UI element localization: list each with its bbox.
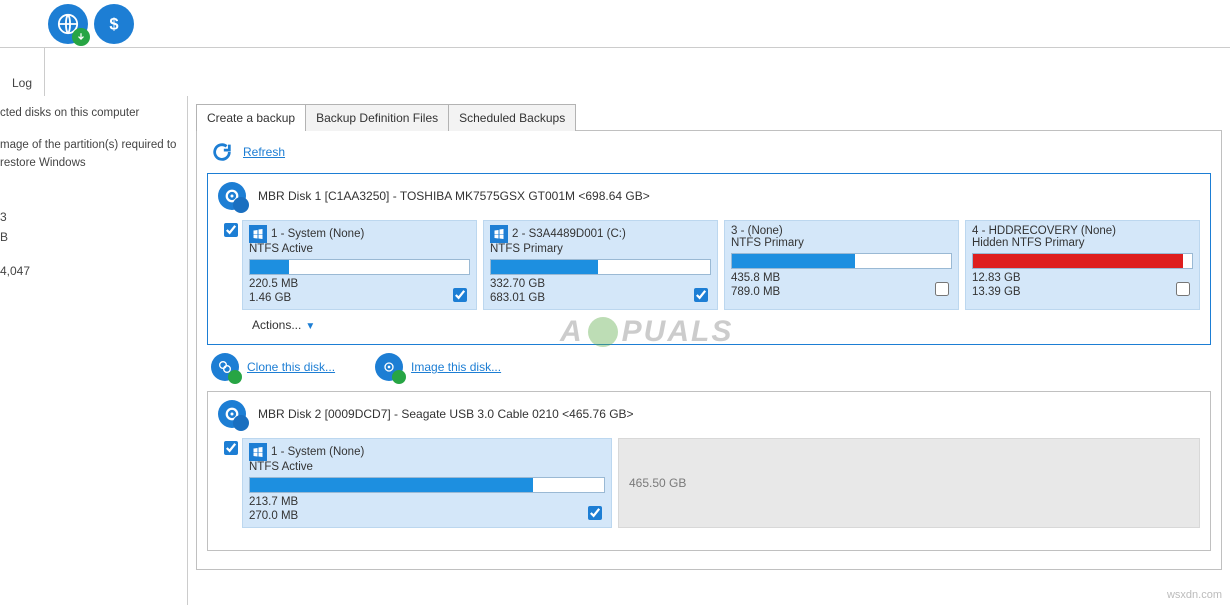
partition-size-total: 270.0 MB <box>249 509 298 523</box>
tabs: Create a backup Backup Definition Files … <box>196 104 1222 131</box>
partition-name: 1 - System (None) <box>271 446 364 458</box>
disk1-partition-4-check[interactable] <box>1176 282 1190 296</box>
tab-create-backup[interactable]: Create a backup <box>196 104 306 131</box>
disk-icon <box>218 400 246 428</box>
disk-title-2: MBR Disk 2 [0009DCD7] - Seagate USB 3.0 … <box>258 407 634 421</box>
image-disk-icon <box>375 353 403 381</box>
metric-a: 3 <box>0 208 181 226</box>
metric-c: 4,047 <box>0 262 181 280</box>
disk2-unallocated: 465.50 GB <box>618 438 1200 528</box>
svg-text:$: $ <box>109 15 118 33</box>
image-disk-link[interactable]: Image this disk... <box>411 360 501 374</box>
disk1-partition-3-check[interactable] <box>935 282 949 296</box>
tab-body: Refresh MBR Disk 1 [C1AA3250] - TOSHIBA … <box>196 130 1222 570</box>
sidebar-text-2: mage of the partition(s) required torest… <box>0 136 181 172</box>
partition-fs: NTFS Active <box>249 243 470 255</box>
usage-bar <box>731 253 952 269</box>
clone-disk-icon <box>211 353 239 381</box>
tab-definition-files[interactable]: Backup Definition Files <box>305 104 449 131</box>
sidebar-text-1: cted disks on this computer <box>0 104 181 122</box>
disk1-partition-3[interactable]: 3 - (None)NTFS Primary 435.8 MB789.0 MB <box>724 220 959 310</box>
dollar-icon[interactable]: $ <box>94 4 134 44</box>
usage-bar <box>249 259 470 275</box>
partition-fs: NTFS Primary <box>490 243 711 255</box>
partition-fs: NTFS Active <box>249 461 605 473</box>
windows-icon <box>249 443 267 461</box>
log-button[interactable]: Log <box>0 48 45 96</box>
disk-card-2: MBR Disk 2 [0009DCD7] - Seagate USB 3.0 … <box>207 391 1211 551</box>
disk1-partition-2-check[interactable] <box>694 288 708 302</box>
partition-name: 1 - System (None) <box>271 228 364 240</box>
usage-bar <box>249 477 605 493</box>
disk1-select-all[interactable] <box>224 223 238 237</box>
disk1-partition-4[interactable]: 4 - HDDRECOVERY (None)Hidden NTFS Primar… <box>965 220 1200 310</box>
refresh-link[interactable]: Refresh <box>243 145 285 159</box>
partition-name: 2 - S3A4489D001 (C:) <box>512 228 626 240</box>
disk2-partition-1[interactable]: 1 - System (None) NTFS Active 213.7 MB 2… <box>242 438 612 528</box>
usage-bar <box>490 259 711 275</box>
partition-fs: Hidden NTFS Primary <box>972 237 1193 249</box>
partition-name: 4 - HDDRECOVERY (None) <box>972 225 1116 237</box>
disk-title-1: MBR Disk 1 [C1AA3250] - TOSHIBA MK7575GS… <box>258 189 650 203</box>
partition-size-used: 435.8 MB <box>731 271 780 285</box>
partition-size-total: 13.39 GB <box>972 285 1021 299</box>
partition-size-used: 220.5 MB <box>249 277 298 291</box>
partition-fs: NTFS Primary <box>731 237 952 249</box>
sidebar: cted disks on this computer mage of the … <box>0 96 188 605</box>
windows-icon <box>249 225 267 243</box>
disk2-select-all[interactable] <box>224 441 238 455</box>
disk1-partition-1[interactable]: 1 - System (None) NTFS Active 220.5 MB1.46… <box>242 220 477 310</box>
usage-bar <box>972 253 1193 269</box>
disk1-partition-1-check[interactable] <box>453 288 467 302</box>
disk-card-1: MBR Disk 1 [C1AA3250] - TOSHIBA MK7575GS… <box>207 173 1211 345</box>
partition-name: 3 - (None) <box>731 225 783 237</box>
clone-disk-link[interactable]: Clone this disk... <box>247 360 335 374</box>
disk-icon <box>218 182 246 210</box>
metric-b: B <box>0 228 181 246</box>
watermark-corner: wsxdn.com <box>1167 589 1222 601</box>
actions-dropdown[interactable]: Actions...▼ <box>252 318 315 332</box>
partition-size-used: 12.83 GB <box>972 271 1021 285</box>
disk1-partition-2[interactable]: 2 - S3A4489D001 (C:) NTFS Primary 332.70 G… <box>483 220 718 310</box>
windows-icon <box>490 225 508 243</box>
tab-scheduled-backups[interactable]: Scheduled Backups <box>448 104 576 131</box>
disk2-partition-1-check[interactable] <box>588 506 602 520</box>
partition-size-used: 213.7 MB <box>249 495 298 509</box>
partition-size-total: 789.0 MB <box>731 285 780 299</box>
partition-size-total: 1.46 GB <box>249 291 298 305</box>
refresh-icon <box>211 141 233 163</box>
top-toolbar: $ <box>0 0 1230 48</box>
partition-size-total: 683.01 GB <box>490 291 545 305</box>
partition-size-used: 332.70 GB <box>490 277 545 291</box>
globe-download-icon[interactable] <box>48 4 88 44</box>
